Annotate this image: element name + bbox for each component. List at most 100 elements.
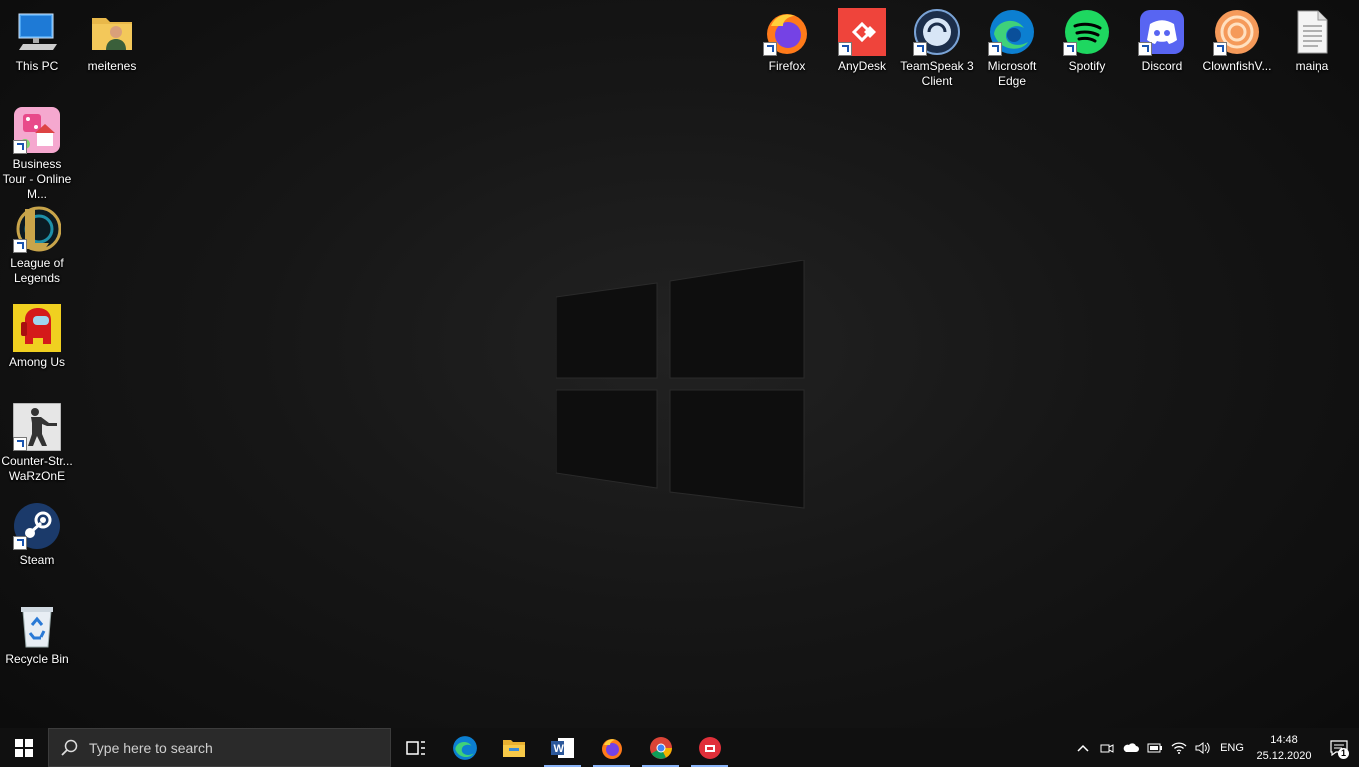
search-icon xyxy=(61,739,78,756)
task-view-icon xyxy=(405,740,425,755)
task-view-button[interactable] xyxy=(391,728,440,767)
user-folder-icon xyxy=(88,8,136,56)
desktop: This PC meitenes Business Tour - Online … xyxy=(0,0,1359,728)
steam-icon xyxy=(13,502,61,550)
spotify-icon xyxy=(1063,8,1111,56)
counter-strike-icon xyxy=(13,403,61,451)
firefox-icon xyxy=(763,8,811,56)
word-icon: W xyxy=(550,737,574,758)
desktop-icon-anydesk[interactable]: AnyDesk xyxy=(825,8,899,74)
shortcut-arrow-icon xyxy=(913,42,927,56)
shortcut-arrow-icon xyxy=(1213,42,1227,56)
desktop-icon-label: Microsoft Edge xyxy=(987,59,1037,88)
computer-icon xyxy=(13,8,61,56)
desktop-icon-label: League of Legends xyxy=(10,256,64,285)
desktop-icon-firefox[interactable]: Firefox xyxy=(750,8,824,74)
file-explorer-icon xyxy=(502,739,525,757)
speaker-icon xyxy=(1195,741,1210,754)
shortcut-arrow-icon xyxy=(13,239,27,253)
league-of-legends-icon xyxy=(13,205,61,253)
desktop-icon-business-tour[interactable]: Business Tour - Online M... xyxy=(0,106,74,202)
taskbar-file-explorer-button[interactable] xyxy=(489,728,538,767)
desktop-icon-discord[interactable]: Discord xyxy=(1125,8,1199,74)
desktop-icon-label: This PC xyxy=(15,59,59,73)
onedrive-button[interactable] xyxy=(1119,728,1143,767)
desktop-icon-label: ClownfishV... xyxy=(1202,59,1272,73)
desktop-icon-label: Spotify xyxy=(1068,59,1106,73)
taskbar-word-button[interactable]: W xyxy=(538,728,587,767)
volume-button[interactable] xyxy=(1191,728,1215,767)
shortcut-arrow-icon xyxy=(13,437,27,451)
desktop-icon-clownfish[interactable]: ClownfishV... xyxy=(1200,8,1274,74)
desktop-icon-label: Among Us xyxy=(8,355,66,369)
start-button[interactable] xyxy=(0,728,48,767)
edge-icon xyxy=(452,735,477,760)
system-tray: ENG 14:48 25.12.2020 1 xyxy=(1071,728,1359,767)
ea-app-icon xyxy=(698,736,721,759)
meet-now-button[interactable] xyxy=(1095,728,1119,767)
firefox-icon xyxy=(601,738,622,759)
desktop-icon-among-us[interactable]: Among Us xyxy=(0,304,74,370)
shortcut-arrow-icon xyxy=(1138,42,1152,56)
desktop-icon-label: meitenes xyxy=(87,59,137,73)
show-hidden-icons-button[interactable] xyxy=(1071,728,1095,767)
clock[interactable]: 14:48 25.12.2020 xyxy=(1249,732,1319,764)
desktop-icon-spotify[interactable]: Spotify xyxy=(1050,8,1124,74)
chrome-icon xyxy=(649,736,672,759)
desktop-icon-meitenes[interactable]: meitenes xyxy=(75,8,149,74)
clock-date: 25.12.2020 xyxy=(1256,749,1312,762)
taskbar: Type here to search W ENG 14:48 25.12.20… xyxy=(0,728,1359,767)
taskbar-firefox-button[interactable] xyxy=(587,728,636,767)
shortcut-arrow-icon xyxy=(1063,42,1077,56)
wifi-icon xyxy=(1171,741,1187,754)
desktop-icon-recycle-bin[interactable]: Recycle Bin xyxy=(0,601,74,667)
shortcut-arrow-icon xyxy=(13,140,27,154)
taskbar-ea-app-button[interactable] xyxy=(685,728,734,767)
desktop-icon-teamspeak[interactable]: TeamSpeak 3 Client xyxy=(900,8,974,89)
desktop-icon-label: TeamSpeak 3 Client xyxy=(900,59,974,88)
edge-icon xyxy=(988,8,1036,56)
desktop-icon-steam[interactable]: Steam xyxy=(0,502,74,568)
desktop-icon-label: maiņa xyxy=(1295,59,1329,73)
search-placeholder: Type here to search xyxy=(89,739,213,756)
input-language-indicator[interactable]: ENG xyxy=(1215,742,1249,754)
shortcut-arrow-icon xyxy=(13,536,27,550)
clock-time: 14:48 xyxy=(1270,733,1298,746)
desktop-icon-counter-strike[interactable]: Counter-Str... WaRzOnE xyxy=(0,403,74,484)
camera-icon xyxy=(1100,743,1114,753)
anydesk-icon xyxy=(838,8,886,56)
business-tour-icon xyxy=(13,106,61,154)
taskbar-edge-button[interactable] xyxy=(440,728,489,767)
windows-start-icon xyxy=(15,738,33,757)
desktop-icon-label: Firefox xyxy=(768,59,806,73)
desktop-icon-maina-text-file[interactable]: maiņa xyxy=(1275,8,1349,74)
notification-count-badge: 1 xyxy=(1338,748,1349,759)
discord-icon xyxy=(1138,8,1186,56)
shortcut-arrow-icon xyxy=(988,42,1002,56)
windows-logo-wallpaper xyxy=(556,260,805,509)
desktop-icon-league-of-legends[interactable]: League of Legends xyxy=(0,205,74,286)
taskbar-search-box[interactable]: Type here to search xyxy=(48,728,391,767)
among-us-icon xyxy=(13,304,61,352)
battery-icon xyxy=(1147,743,1162,752)
clownfish-icon xyxy=(1213,8,1261,56)
recycle-bin-icon xyxy=(13,601,61,649)
battery-button[interactable] xyxy=(1143,728,1167,767)
desktop-icon-label: Counter-Str... WaRzOnE xyxy=(1,454,73,483)
network-button[interactable] xyxy=(1167,728,1191,767)
taskbar-chrome-button[interactable] xyxy=(636,728,685,767)
svg-text:W: W xyxy=(553,743,564,755)
shortcut-arrow-icon xyxy=(763,42,777,56)
teamspeak-icon xyxy=(913,8,961,56)
cloud-icon xyxy=(1123,742,1139,752)
desktop-icon-label: Steam xyxy=(19,553,55,567)
desktop-icon-label: Business Tour - Online M... xyxy=(2,157,72,201)
desktop-icon-label: AnyDesk xyxy=(837,59,887,73)
action-center-button[interactable]: 1 xyxy=(1319,728,1359,767)
shortcut-arrow-icon xyxy=(838,42,852,56)
desktop-icon-this-pc[interactable]: This PC xyxy=(0,8,74,74)
desktop-icon-edge[interactable]: Microsoft Edge xyxy=(975,8,1049,89)
chevron-up-icon xyxy=(1077,744,1089,752)
desktop-icon-label: Discord xyxy=(1141,59,1183,73)
desktop-icon-label: Recycle Bin xyxy=(5,652,69,666)
